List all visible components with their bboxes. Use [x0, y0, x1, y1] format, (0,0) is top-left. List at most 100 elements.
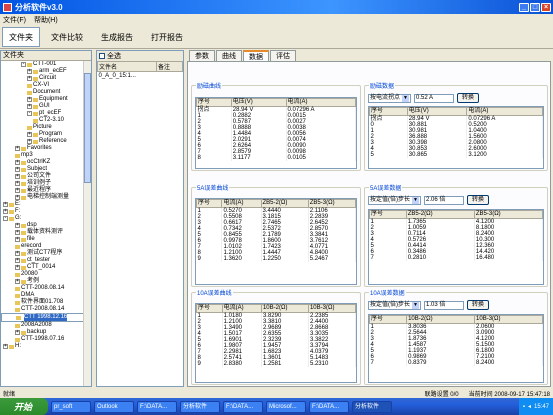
- expand-icon[interactable]: +: [27, 132, 32, 137]
- err5-curve-grid[interactable]: 序号 电流(A) ZB5-2(Ω) ZB5-3(Ω) 1 0.5270 3.4440 2.11…: [195, 198, 357, 285]
- column-header[interactable]: 电流(A): [285, 98, 356, 107]
- err5-value-input[interactable]: 2.06 倍: [424, 195, 464, 205]
- tree-node[interactable]: 20080: [1, 271, 91, 278]
- column-header[interactable]: 序号: [369, 315, 408, 324]
- taskbar-button[interactable]: Outlook: [94, 400, 134, 413]
- expand-icon[interactable]: +: [15, 279, 20, 284]
- err5-mode-select[interactable]: 按定值(倍)步长 ▼: [368, 195, 421, 205]
- compare-button[interactable]: 文件比较: [44, 27, 90, 47]
- tree-node[interactable]: 软件界面01.708: [1, 299, 91, 306]
- start-button[interactable]: 开始: [0, 398, 48, 415]
- expand-icon[interactable]: +: [27, 104, 32, 109]
- expand-icon[interactable]: +: [27, 76, 32, 81]
- table-row[interactable]: 7 0.8379 8.2400: [369, 360, 543, 366]
- column-header[interactable]: ZB5-2(Ω): [260, 199, 309, 208]
- tree-node[interactable]: 2008A2008: [1, 322, 91, 329]
- collapse-icon[interactable]: -: [21, 62, 26, 67]
- col-note[interactable]: 备注: [156, 61, 183, 72]
- column-header[interactable]: ZB5-2(Ω): [405, 210, 475, 219]
- excitation-data-grid[interactable]: 序号 电压(V) 电流(A) 拐点 28.94 V 0.07296 A 0 30.881 0.5…: [368, 106, 544, 169]
- column-header[interactable]: 10B-3(Ω): [474, 315, 543, 324]
- generate-report-button[interactable]: 生成报告: [94, 27, 140, 47]
- column-header[interactable]: 序号: [196, 304, 223, 313]
- err10-curve-grid[interactable]: 序号 电流(A) 10B-2(Ω) 10B-3(Ω) 1 1.0180 3.8290 2.23…: [195, 303, 357, 383]
- expand-icon[interactable]: +: [15, 195, 20, 200]
- expand-icon[interactable]: +: [15, 237, 20, 242]
- excitation-convert-button[interactable]: 转换: [457, 93, 480, 103]
- tree-node[interactable]: + file: [1, 236, 91, 243]
- folder-button[interactable]: 文件夹: [2, 27, 40, 47]
- expand-icon[interactable]: +: [15, 167, 20, 172]
- tree-node[interactable]: + 考例: [1, 278, 91, 285]
- tree-node[interactable]: - CTT-001: [1, 61, 91, 68]
- expand-icon[interactable]: +: [15, 188, 20, 193]
- expand-icon[interactable]: +: [15, 330, 20, 335]
- tree-node[interactable]: CT2-3.10: [1, 117, 91, 124]
- tree-node[interactable]: - pt_ecEF: [1, 110, 91, 117]
- tree-node[interactable]: + ocCtrlKZ: [1, 159, 91, 166]
- tab-curve[interactable]: 曲线: [216, 50, 242, 61]
- tree-node[interactable]: + 电梯控制端测量: [1, 194, 91, 201]
- taskbar-button[interactable]: F:\DATA...: [223, 400, 263, 413]
- column-header[interactable]: 序号: [369, 210, 407, 219]
- column-header[interactable]: 10B-2(Ω): [406, 315, 476, 324]
- tree-node[interactable]: + Subject: [1, 166, 91, 173]
- taskbar-button[interactable]: Microsof...: [266, 400, 306, 413]
- column-header[interactable]: 电压(V): [230, 98, 287, 107]
- column-header[interactable]: 电流(A): [221, 199, 262, 208]
- tab-params[interactable]: 参数: [189, 50, 215, 61]
- table-row[interactable]: 8 3.1177 0.0105: [196, 155, 356, 161]
- tree-node[interactable]: + F:: [1, 208, 91, 215]
- tree-node[interactable]: + 公司文件: [1, 173, 91, 180]
- tree-node[interactable]: + backup: [1, 329, 91, 336]
- file-row[interactable]: 0_A_0_15:1...: [98, 72, 183, 80]
- table-row[interactable]: 7 0.2810 16.480: [369, 255, 543, 261]
- collapse-icon[interactable]: -: [3, 216, 8, 221]
- tree-node[interactable]: + dsp: [1, 222, 91, 229]
- tree-node[interactable]: Document: [1, 89, 91, 96]
- expand-icon[interactable]: +: [3, 202, 8, 207]
- column-header[interactable]: 电压(V): [406, 107, 468, 116]
- expand-icon[interactable]: +: [3, 209, 8, 214]
- column-header[interactable]: 序号: [369, 107, 408, 116]
- column-header[interactable]: 10B-3(Ω): [307, 304, 356, 313]
- excitation-value-input[interactable]: 0.52 A: [414, 93, 455, 103]
- table-row[interactable]: 9 1.3620 1.2250 5.2467: [196, 256, 356, 262]
- expand-icon[interactable]: +: [15, 181, 20, 186]
- close-button[interactable]: ×: [541, 2, 551, 12]
- tree-node[interactable]: CTT-2008.08.14: [1, 306, 91, 313]
- expand-icon[interactable]: +: [15, 230, 20, 235]
- tree-node[interactable]: + arm_ecEF: [1, 68, 91, 75]
- tree-node[interactable]: + H:: [1, 343, 91, 350]
- taskbar-button[interactable]: 分析软件: [352, 400, 392, 413]
- tree-node[interactable]: + Program: [1, 131, 91, 138]
- expand-icon[interactable]: +: [27, 69, 32, 74]
- err10-data-grid[interactable]: 序号 10B-2(Ω) 10B-3(Ω) 1 3.8036 2.0600 2 2.5644 3.…: [368, 314, 544, 383]
- excitation-curve-grid[interactable]: 序号 电压(V) 电流(A) 拐点 28.94 V 0.07296 A 1 0.2882 0.0…: [195, 97, 357, 169]
- tree-node[interactable]: + 载体资料测评: [1, 229, 91, 236]
- tree-node[interactable]: + 测试CT7程序: [1, 250, 91, 257]
- expand-icon[interactable]: +: [15, 146, 20, 151]
- tree-node[interactable]: Picture: [1, 124, 91, 131]
- err5-convert-button[interactable]: 转换: [467, 195, 490, 205]
- tree-node[interactable]: + 最近程序: [1, 187, 91, 194]
- tree-node[interactable]: + CTT_0014: [1, 264, 91, 271]
- tree-node[interactable]: CTT 1998.12.16: [1, 313, 91, 322]
- column-header[interactable]: 电流(A): [466, 107, 543, 116]
- taskbar-button[interactable]: F:\DATA...: [137, 400, 177, 413]
- column-header[interactable]: 序号: [196, 199, 223, 208]
- column-header[interactable]: ZB5-3(Ω): [473, 210, 543, 219]
- taskbar-button[interactable]: 分析软件: [180, 400, 220, 413]
- expand-icon[interactable]: +: [15, 258, 20, 263]
- collapse-icon[interactable]: -: [27, 111, 32, 116]
- err10-convert-button[interactable]: 转换: [467, 300, 490, 310]
- expand-icon[interactable]: +: [15, 265, 20, 270]
- tree-node[interactable]: mp3: [1, 152, 91, 159]
- minimize-button[interactable]: _: [519, 2, 529, 12]
- menu-file[interactable]: 文件(F): [3, 15, 26, 25]
- tree-node[interactable]: + Reference: [1, 138, 91, 145]
- tree-node[interactable]: CTT-2008.08.14: [1, 285, 91, 292]
- maximize-button[interactable]: □: [530, 2, 540, 12]
- expand-icon[interactable]: +: [15, 251, 20, 256]
- menu-help[interactable]: 帮助(H): [34, 15, 58, 25]
